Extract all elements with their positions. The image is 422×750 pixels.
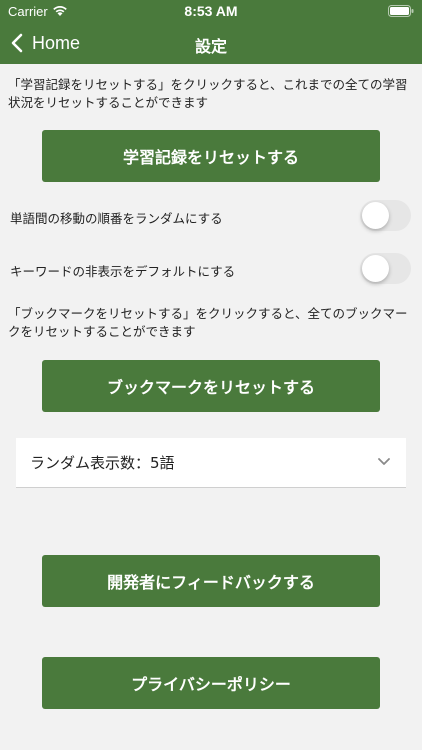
- status-time: 8:53 AM: [184, 3, 238, 19]
- random-order-switch[interactable]: [360, 200, 411, 231]
- switch-knob: [362, 202, 389, 229]
- status-bar: Carrier 8:53 AM: [0, 0, 422, 22]
- reset-bookmarks-description: 「ブックマークをリセットする」をクリックすると、全てのブックマークをリセットする…: [8, 306, 408, 339]
- navigation-bar: Carrier 8:53 AM Home 設定: [0, 0, 422, 64]
- reset-bookmarks-button[interactable]: ブックマークをリセットする: [42, 360, 380, 412]
- feedback-button[interactable]: 開発者にフィードバックする: [42, 555, 380, 607]
- hide-keywords-label: キーワードの非表示をデフォルトにする: [10, 264, 236, 279]
- random-count-value: ランダム表示数：5語: [30, 454, 175, 472]
- hide-keywords-switch[interactable]: [360, 253, 411, 284]
- random-count-select[interactable]: ランダム表示数：5語: [16, 438, 406, 488]
- chevron-down-icon: [378, 458, 390, 465]
- battery-icon: [388, 5, 414, 17]
- reset-history-description: 「学習記録をリセットする」をクリックすると、これまでの全ての学習状況をリセットす…: [8, 77, 408, 110]
- random-order-label: 単語間の移動の順番をランダムにする: [10, 211, 223, 226]
- switch-knob: [362, 255, 389, 282]
- toggle-row-random-order: 単語間の移動の順番をランダムにする: [0, 200, 422, 234]
- privacy-policy-button[interactable]: プライバシーポリシー: [42, 657, 380, 709]
- toggle-row-hide-keywords: キーワードの非表示をデフォルトにする: [0, 253, 422, 287]
- page-title: 設定: [194, 37, 227, 56]
- reset-history-button[interactable]: 学習記録をリセットする: [42, 130, 380, 182]
